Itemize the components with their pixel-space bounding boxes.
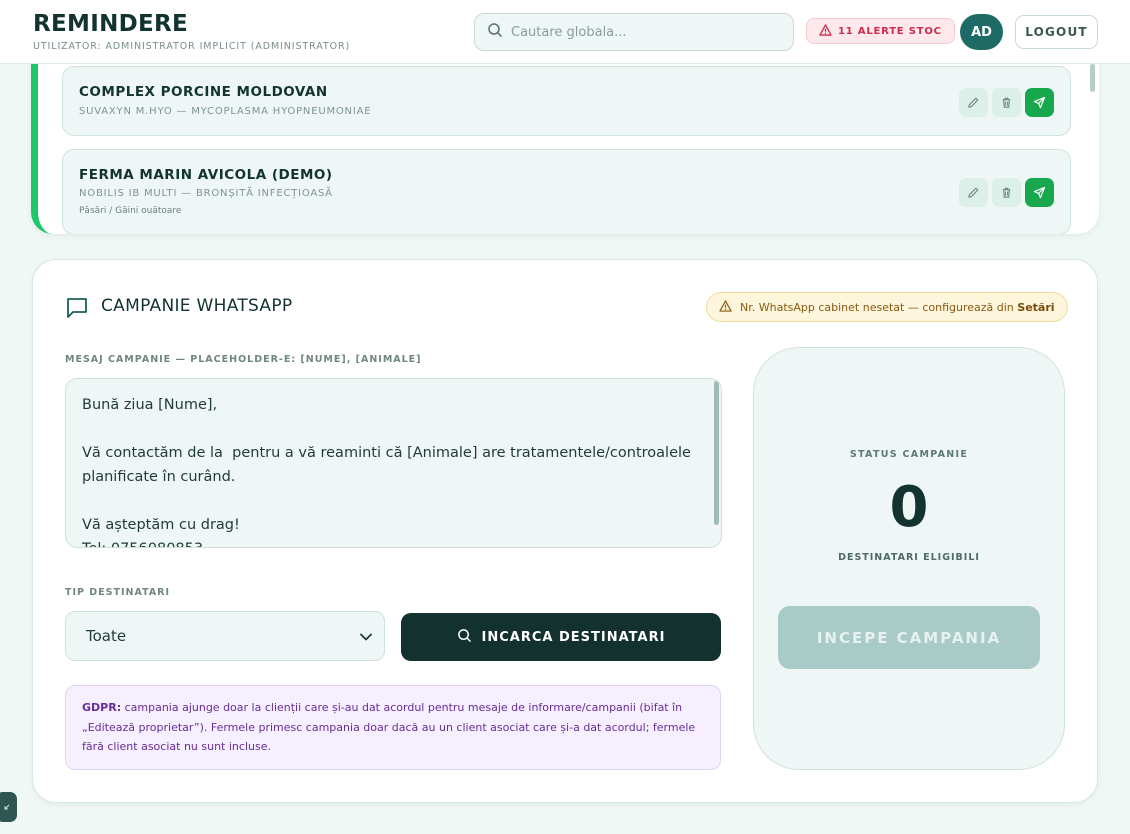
- avatar[interactable]: AD: [960, 14, 1003, 50]
- logout-button[interactable]: LOGOUT: [1015, 15, 1098, 49]
- delete-button[interactable]: [992, 88, 1021, 117]
- textarea-scrollbar[interactable]: [714, 381, 719, 525]
- chat-icon: [65, 296, 89, 324]
- message-label: MESAJ CAMPANIE — PLACEHOLDER-E: [NUME], …: [65, 354, 422, 365]
- whatsapp-warning-banner: Nr. WhatsApp cabinet nesetat — configure…: [706, 292, 1068, 322]
- search-icon: [457, 628, 472, 647]
- farm-name: FERMA MARIN AVICOLA (DEMO): [79, 167, 333, 183]
- list-item: FERMA MARIN AVICOLA (DEMO) NOBILIS IB MU…: [62, 149, 1071, 234]
- trash-icon: [1002, 97, 1011, 108]
- arrow-icon: [4, 804, 9, 810]
- global-search[interactable]: [474, 13, 794, 51]
- top-bar: REMINDERE UTILIZATOR: ADMINISTRATOR IMPL…: [0, 0, 1130, 64]
- message-text[interactable]: Bună ziua [Nume], Vă contactăm de la pen…: [82, 393, 702, 547]
- farm-product: SUVAXYN M.HYO — MYCOPLASMA HYOPNEUMONIAE: [79, 106, 372, 117]
- pencil-icon: [968, 187, 979, 198]
- message-textarea[interactable]: Bună ziua [Nume], Vă contactăm de la pen…: [65, 378, 722, 548]
- trash-icon: [1002, 187, 1011, 198]
- send-icon: [1033, 96, 1046, 109]
- user-info: UTILIZATOR: ADMINISTRATOR IMPLICIT (ADMI…: [33, 41, 351, 52]
- selected-value: Toate: [86, 627, 127, 645]
- farm-actions: [959, 178, 1054, 207]
- gdpr-notice: GDPR: campania ajunge doar la clienții c…: [65, 685, 721, 770]
- stock-alert-badge[interactable]: 11 ALERTE STOC: [806, 18, 955, 44]
- edit-button[interactable]: [959, 88, 988, 117]
- send-button[interactable]: [1025, 88, 1054, 117]
- search-input[interactable]: [511, 24, 781, 40]
- warning-text: Nr. WhatsApp cabinet nesetat — configure…: [740, 301, 1055, 314]
- recipient-type-label: TIP DESTINATARI: [65, 587, 171, 598]
- start-campaign-button[interactable]: INCEPE CAMPANIA: [778, 606, 1040, 669]
- warning-message: Nr. WhatsApp cabinet nesetat — configure…: [740, 300, 1018, 314]
- eligible-count: 0: [889, 475, 929, 540]
- gdpr-text: campania ajunge doar la clienții care și…: [82, 701, 696, 753]
- eligible-label: DESTINATARI ELIGIBILI: [838, 552, 980, 563]
- status-label: STATUS CAMPANIE: [849, 449, 969, 460]
- whatsapp-campaign-card: CAMPANIE WHATSAPP Nr. WhatsApp cabinet n…: [32, 259, 1098, 803]
- load-recipients-label: INCARCA DESTINATARI: [481, 629, 666, 645]
- edit-button[interactable]: [959, 178, 988, 207]
- section-title: CAMPANIE WHATSAPP: [101, 296, 293, 316]
- send-button[interactable]: [1025, 178, 1054, 207]
- side-toggle[interactable]: [0, 792, 17, 822]
- farm-species: Păsări / Găini ouătoare: [79, 206, 182, 216]
- load-recipients-button[interactable]: INCARCA DESTINATARI: [401, 613, 721, 661]
- app-title: REMINDERE: [33, 11, 189, 37]
- delete-button[interactable]: [992, 178, 1021, 207]
- scrollbar[interactable]: [1090, 64, 1095, 92]
- chevron-down-icon: [360, 627, 372, 645]
- farm-name: COMPLEX PORCINE MOLDOVAN: [79, 84, 328, 100]
- warning-icon: [719, 299, 732, 315]
- recipient-type-select[interactable]: Toate: [65, 611, 385, 661]
- search-icon: [487, 22, 503, 42]
- list-item: COMPLEX PORCINE MOLDOVAN SUVAXYN M.HYO —…: [62, 66, 1071, 136]
- send-icon: [1033, 186, 1046, 199]
- brand: REMINDERE UTILIZATOR: ADMINISTRATOR IMPL…: [33, 11, 350, 52]
- gdpr-title: GDPR:: [82, 701, 122, 714]
- campaign-status-panel: STATUS CAMPANIE 0 DESTINATARI ELIGIBILI …: [753, 347, 1065, 770]
- settings-link[interactable]: Setări: [1017, 301, 1054, 314]
- warning-icon: [819, 23, 832, 39]
- farm-actions: [959, 88, 1054, 117]
- pencil-icon: [968, 97, 979, 108]
- farm-product: NOBILIS IB MULTI — BRONȘITĂ INFECȚIOASĂ: [79, 188, 333, 199]
- alert-label: 11 ALERTE STOC: [838, 25, 942, 37]
